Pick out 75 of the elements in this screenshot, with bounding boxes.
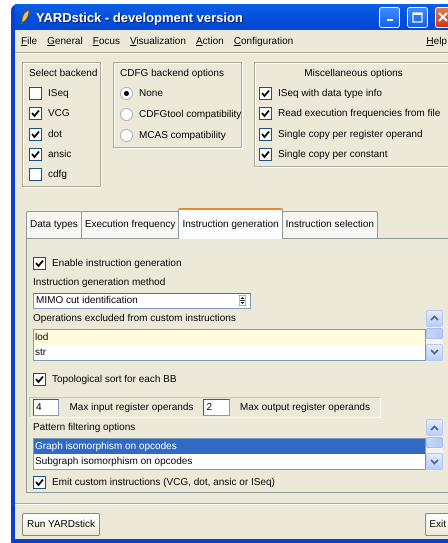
maximize-icon (412, 12, 423, 22)
menu-item[interactable]: General (42, 36, 88, 46)
minimize-button[interactable] (379, 6, 400, 28)
list-item[interactable]: Subgraph isomorphism on opcodes (34, 454, 425, 470)
group-title: CDFG backend options (120, 67, 225, 81)
checkbox[interactable] (29, 128, 42, 141)
field-label: Max output register operands (238, 402, 371, 413)
radio-button[interactable] (120, 108, 133, 121)
checkbox-label: ISeq (48, 88, 69, 99)
checkbox-label: dot (48, 128, 62, 140)
checkbox[interactable] (259, 128, 272, 141)
checkbox[interactable] (29, 168, 42, 182)
tab[interactable]: Instruction selection (282, 211, 378, 238)
field-label: Instruction generation method (33, 276, 166, 290)
menu-item[interactable]: Focus (88, 36, 125, 46)
checkbox-label: Single copy per constant (278, 149, 388, 160)
tab[interactable]: Execution frequency (80, 211, 180, 238)
checkbox-label: Enable instruction generation (52, 258, 182, 270)
checkbox-label: Single copy per register operand (278, 128, 423, 140)
minimize-icon (386, 19, 392, 21)
maximize-button[interactable] (407, 6, 428, 28)
checkbox[interactable] (29, 148, 42, 161)
menu-item[interactable]: Visualization (124, 36, 191, 46)
checkbox-label: Topological sort for each BB (52, 374, 177, 386)
scroll-down-button[interactable] (426, 453, 443, 470)
spinner-icon (239, 295, 246, 306)
close-button[interactable] (435, 6, 448, 28)
checkbox[interactable] (29, 107, 42, 120)
scroll-thumb[interactable] (426, 328, 443, 339)
checkbox-label: Read execution frequencies from file (278, 108, 440, 120)
checkbox[interactable] (259, 86, 272, 100)
checkbox-label: cdfg (48, 169, 67, 180)
window-title: YARDstick - development version (36, 10, 244, 24)
field-label: Operations excluded from custom instructions (33, 312, 237, 326)
checkbox-label: Emit custom instructions (VCG, dot, ansic or ISeq) (52, 476, 275, 488)
dropdown[interactable]: MIMO cut identification (33, 292, 251, 309)
group-title: Miscellaneous options (303, 67, 404, 81)
radio-button[interactable] (120, 87, 133, 100)
checkbox[interactable] (29, 86, 42, 100)
radio-label: None (139, 88, 163, 99)
checkbox-label: ansic (48, 148, 72, 160)
radio-label: CDFGtool compatibility (139, 109, 242, 120)
feather-icon (19, 9, 31, 25)
scroll-up-button[interactable] (426, 310, 443, 327)
number-field[interactable]: 2 (203, 398, 230, 416)
dropdown-value: MIMO cut identification (36, 295, 138, 306)
field-label: Max input register operands (68, 402, 194, 413)
list-item[interactable]: str (34, 344, 425, 360)
checkbox[interactable] (33, 476, 46, 489)
checkbox-label: VCG (48, 108, 70, 120)
scrollbar[interactable] (426, 310, 443, 361)
menu-item[interactable]: File (16, 36, 42, 46)
checkbox[interactable] (33, 373, 46, 386)
menu-item[interactable]: Action (190, 36, 229, 46)
scroll-thumb[interactable] (426, 437, 443, 448)
checkbox-label: ISeq with data type info (278, 88, 382, 99)
list-item[interactable]: lod (34, 330, 425, 345)
checkbox[interactable] (259, 107, 272, 120)
tab[interactable]: Instruction generation (178, 208, 283, 239)
scrollbar[interactable] (426, 419, 443, 470)
menu-item[interactable]: Help (421, 36, 448, 46)
scroll-down-button[interactable] (426, 344, 443, 361)
field-label: Pattern filtering options (33, 421, 136, 436)
number-field[interactable]: 4 (33, 398, 60, 416)
exit-button[interactable]: Exit (425, 513, 448, 536)
checkbox[interactable] (259, 148, 272, 162)
radio-button[interactable] (120, 129, 133, 142)
checkbox[interactable] (33, 257, 46, 270)
scroll-up-button[interactable] (426, 419, 443, 436)
list-item[interactable]: Graph isomorphism on opcodes (34, 439, 425, 454)
close-icon (438, 12, 448, 22)
radio-label: MCAS compatibility (139, 130, 226, 141)
run-button[interactable]: Run YARDstick (22, 513, 100, 536)
menu-item[interactable]: Configuration (228, 36, 298, 46)
tab[interactable]: Data types (26, 211, 82, 238)
